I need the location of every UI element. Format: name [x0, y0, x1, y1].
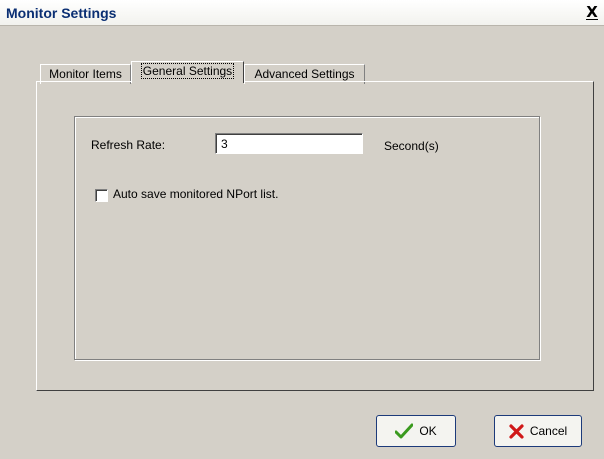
cancel-button-label: Cancel [529, 424, 568, 438]
tab-general-settings-label: General Settings [140, 63, 235, 79]
tab-general-settings[interactable]: General Settings [131, 61, 244, 83]
refresh-rate-label: Refresh Rate: [91, 138, 166, 152]
title-bar[interactable]: Monitor Settings X [0, 0, 604, 26]
tab-monitor-items-label: Monitor Items [49, 67, 122, 81]
refresh-rate-unit-label: Second(s) [384, 139, 439, 153]
ok-button-label: OK [419, 424, 437, 438]
cancel-button[interactable]: Cancel [494, 415, 582, 447]
tab-advanced-settings-label: Advanced Settings [254, 67, 355, 81]
close-button[interactable]: X [584, 4, 600, 20]
monitor-settings-dialog: Monitor Settings X Monitor Items General… [0, 0, 604, 459]
auto-save-checkbox[interactable] [95, 189, 108, 202]
ok-button[interactable]: OK [376, 415, 456, 447]
red-x-icon [509, 423, 524, 439]
auto-save-label[interactable]: Auto save monitored NPort list. [113, 187, 278, 201]
window-title: Monitor Settings [6, 5, 117, 21]
refresh-rate-input[interactable] [215, 133, 363, 154]
checkmark-icon [395, 423, 414, 439]
close-icon[interactable]: X [586, 3, 598, 21]
